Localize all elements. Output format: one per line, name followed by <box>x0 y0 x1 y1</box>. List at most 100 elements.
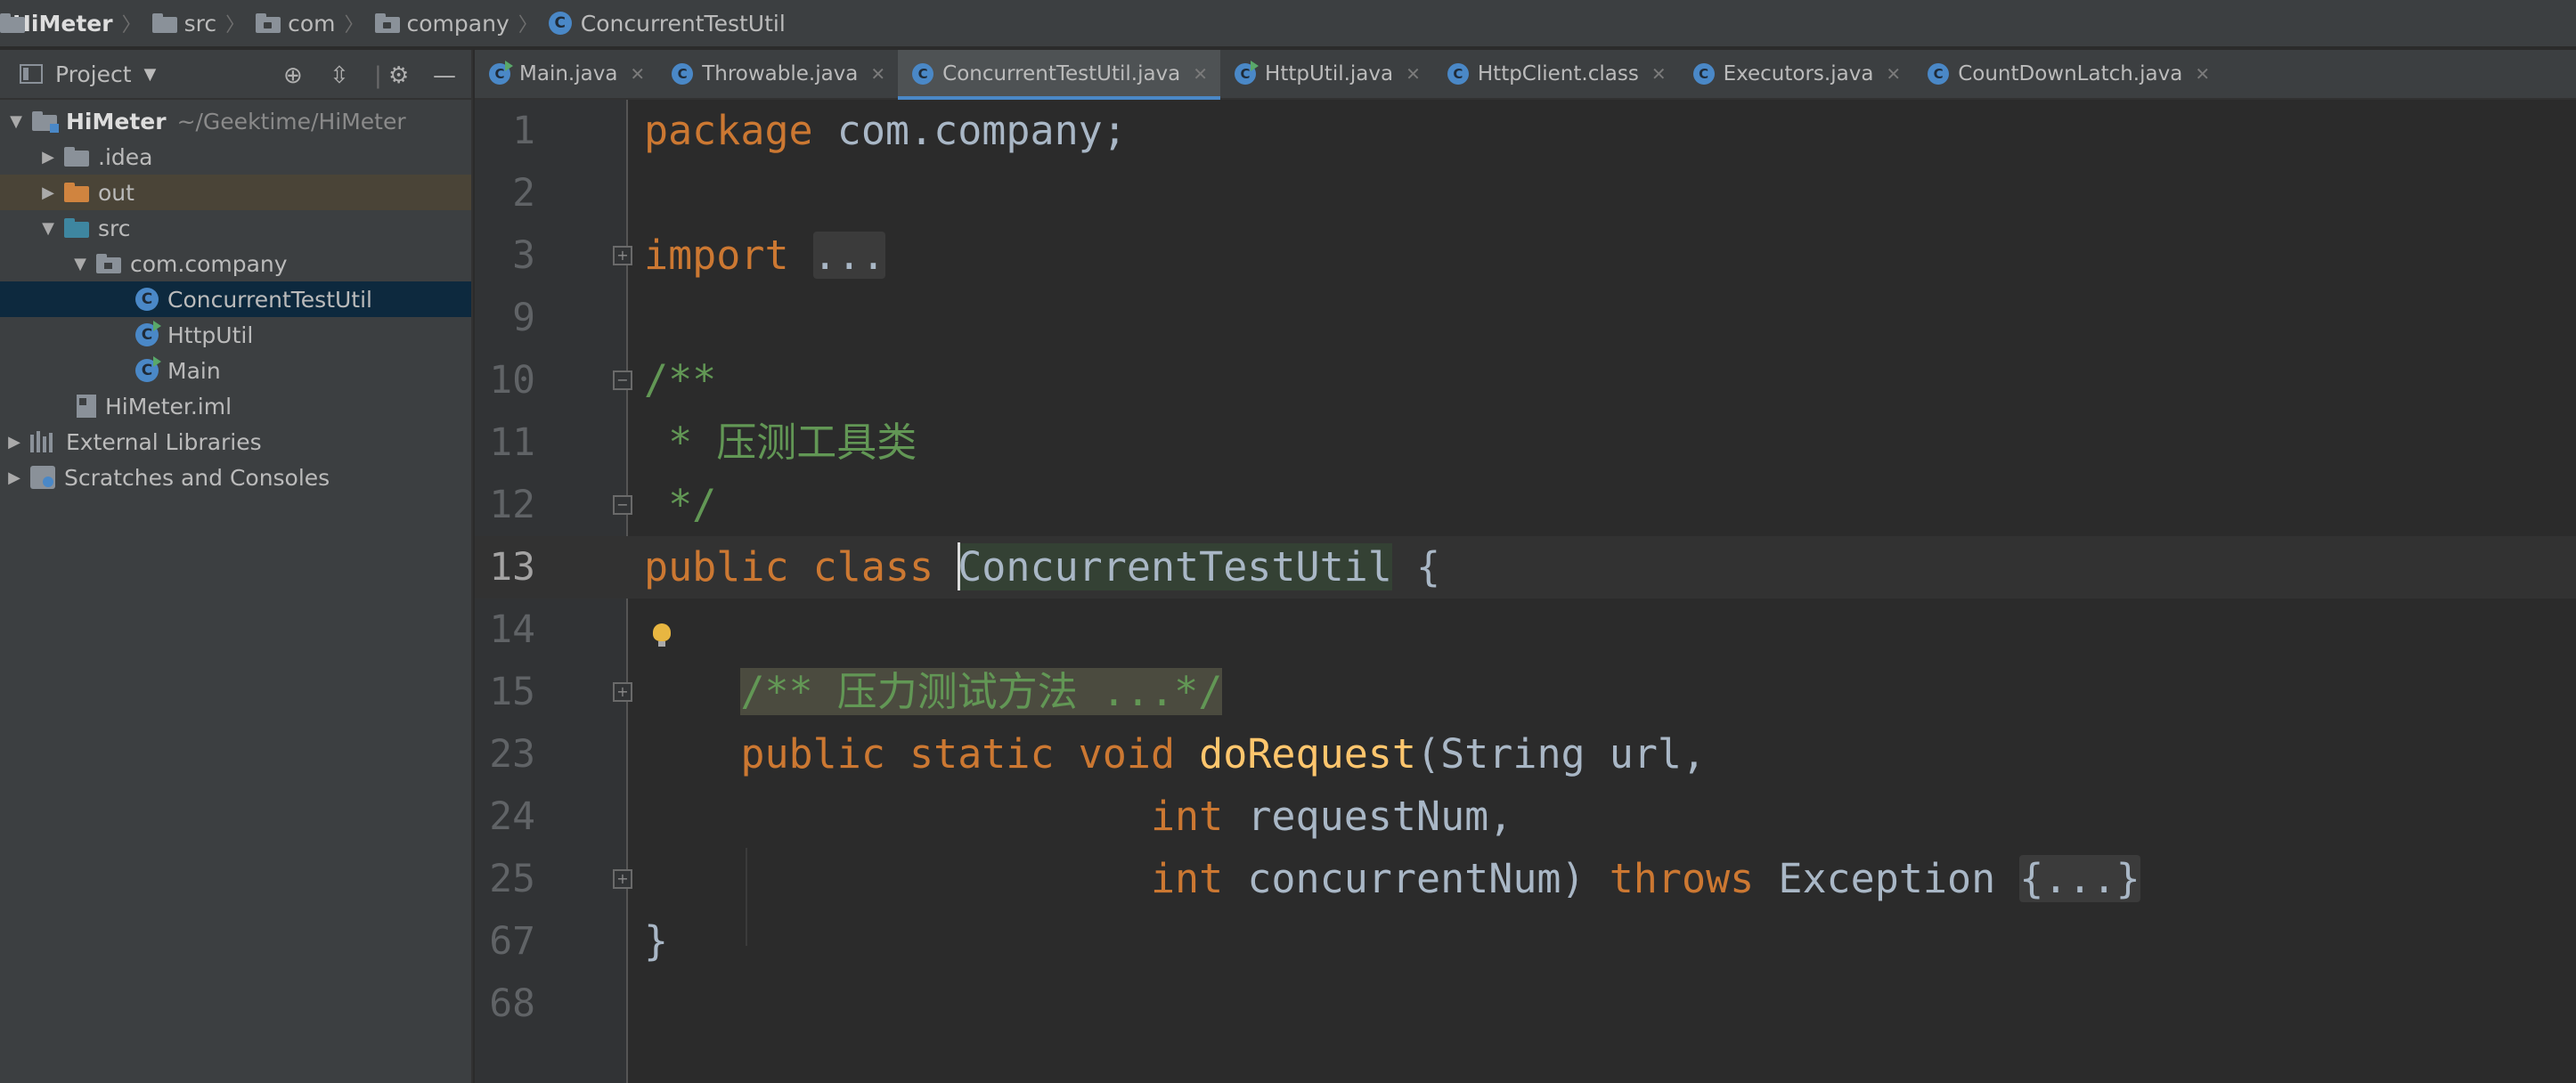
code-line[interactable]: 25 int concurrentNum) throws Exception {… <box>475 848 2576 910</box>
line-number: 25 <box>489 857 535 901</box>
line-number: 10 <box>489 358 535 403</box>
breadcrumb-item-company[interactable]: company 〉 <box>374 0 549 47</box>
breadcrumb-item-src[interactable]: src 〉 <box>151 0 257 47</box>
code-line[interactable]: 68 <box>475 973 2576 1035</box>
project-view-selector[interactable]: Project <box>55 61 132 87</box>
collapse-all-icon[interactable]: ⇳ <box>330 62 349 89</box>
excluded-folder-icon <box>64 183 89 202</box>
line-number: 13 <box>489 545 535 590</box>
runnable-class-icon: C <box>489 61 513 85</box>
class-icon: C <box>672 63 694 85</box>
code-line[interactable]: 67 } <box>475 910 2576 973</box>
breadcrumb-item-himeter[interactable]: HiMeter 〉 <box>0 0 152 47</box>
close-icon[interactable]: ✕ <box>870 63 885 85</box>
tree-item-out[interactable]: ▶ out <box>0 175 471 210</box>
tree-item-idea[interactable]: ▶ .idea <box>0 139 471 175</box>
folded-imports[interactable]: ... <box>812 232 885 279</box>
folder-icon <box>64 147 89 167</box>
tab-countdownlatch-java[interactable]: C CountDownLatch.java ✕ <box>1913 50 2222 98</box>
line-number: 3 <box>512 233 535 278</box>
class-name[interactable]: ConcurrentTestUtil <box>958 543 1392 590</box>
package-icon <box>374 13 400 33</box>
close-icon[interactable]: ✕ <box>1886 63 1901 85</box>
collapsed-arrow-icon[interactable]: ▶ <box>39 183 57 202</box>
line-number: 2 <box>512 171 535 216</box>
expanded-arrow-icon[interactable]: ▼ <box>71 255 89 273</box>
expanded-arrow-icon[interactable]: ▼ <box>7 112 25 131</box>
minimize-icon[interactable]: — <box>433 62 456 89</box>
collapsed-arrow-icon[interactable]: ▶ <box>39 148 57 167</box>
line-number: 15 <box>489 670 535 714</box>
collapse-fold-icon[interactable]: − <box>613 370 632 390</box>
iml-file-icon <box>77 395 96 418</box>
code-line[interactable]: 10 /** <box>475 349 2576 411</box>
expanded-arrow-icon[interactable]: ▼ <box>39 219 57 238</box>
code-line[interactable]: 23 public static void doRequest(String u… <box>475 723 2576 786</box>
code-line[interactable]: 9 <box>475 287 2576 349</box>
tree-item-himeter[interactable]: ▼ HiMeter ~/Geektime/HiMeter <box>0 103 471 139</box>
code-line[interactable]: 24 int requestNum, <box>475 786 2576 848</box>
tree-item-main[interactable]: C Main <box>0 353 471 388</box>
class-icon: C <box>548 12 572 35</box>
tab-httpclient-class[interactable]: C HttpClient.class ✕ <box>1433 50 1679 98</box>
collapsed-arrow-icon[interactable]: ▶ <box>5 433 23 452</box>
code-line[interactable]: 3 import ... <box>475 224 2576 287</box>
breadcrumb-item-com[interactable]: com 〉 <box>256 0 374 47</box>
tree-item-himeter-iml[interactable]: HiMeter.iml <box>0 388 471 424</box>
line-number: 12 <box>489 483 535 527</box>
line-number: 24 <box>489 794 535 839</box>
folded-doc-comment[interactable]: /** 压力测试方法 ...*/ <box>740 668 1223 715</box>
tree-item-com-company[interactable]: ▼ com.company <box>0 246 471 281</box>
expand-fold-icon[interactable]: + <box>613 246 632 265</box>
line-number: 67 <box>489 919 535 964</box>
gear-icon[interactable]: ⚙ <box>388 62 409 89</box>
close-icon[interactable]: ✕ <box>1651 63 1667 85</box>
tree-item-scratches-and-consoles[interactable]: ▶ Scratches and Consoles <box>0 460 471 495</box>
tree-item-concurrenttestutil[interactable]: C ConcurrentTestUtil <box>0 281 471 317</box>
code-line-current[interactable]: 13 public class ConcurrentTestUtil { <box>475 536 2576 598</box>
code-text: (String url, <box>1415 730 1707 778</box>
tree-item-httputil[interactable]: C HttpUtil <box>0 317 471 353</box>
project-panel-header: Project ▼ ⊕ ⇳ | ⚙ — <box>0 50 471 100</box>
tab-main-java[interactable]: C Main.java ✕ <box>475 50 657 98</box>
close-icon[interactable]: ✕ <box>2195 63 2210 85</box>
module-folder-icon <box>32 111 59 133</box>
keyword: int <box>1150 855 1224 902</box>
tab-httputil-java[interactable]: C HttpUtil.java ✕ <box>1220 50 1433 98</box>
code-line[interactable]: 11 * 压测工具类 <box>475 411 2576 474</box>
project-panel: Project ▼ ⊕ ⇳ | ⚙ — ▼ HiMeter ~/Geektime… <box>0 50 473 1083</box>
tab-concurrenttestutil-java[interactable]: C ConcurrentTestUtil.java ✕ <box>898 50 1221 100</box>
line-number: 9 <box>512 296 535 340</box>
code-line[interactable]: 15 /** 压力测试方法 ...*/ <box>475 661 2576 723</box>
keyword: int <box>1150 793 1224 840</box>
locate-icon[interactable]: ⊕ <box>283 62 303 89</box>
doc-comment: */ <box>644 481 717 528</box>
close-icon[interactable]: ✕ <box>630 63 645 85</box>
close-icon[interactable]: ✕ <box>1193 63 1208 85</box>
close-icon[interactable]: ✕ <box>1406 63 1421 85</box>
chevron-right-icon: 〉 <box>344 14 364 37</box>
folder-icon <box>151 13 177 33</box>
code-editor[interactable]: 1 package com.company; 2 3 import ... 9 … <box>475 100 2576 1083</box>
code-line[interactable]: 12 */ <box>475 474 2576 536</box>
chevron-down-icon[interactable]: ▼ <box>144 65 157 84</box>
tab-throwable-java[interactable]: C Throwable.java ✕ <box>657 50 898 98</box>
collapsed-arrow-icon[interactable]: ▶ <box>5 468 23 487</box>
breadcrumb-item-concurrenttestutil[interactable]: C ConcurrentTestUtil <box>548 0 786 47</box>
expand-fold-icon[interactable]: + <box>613 869 632 889</box>
editor-tab-bar: C Main.java ✕ C Throwable.java ✕ C Concu… <box>475 50 2576 100</box>
code-line[interactable]: 1 package com.company; <box>475 100 2576 162</box>
line-number: 68 <box>489 981 535 1026</box>
text-caret <box>958 542 961 590</box>
expand-fold-icon[interactable]: + <box>613 682 632 702</box>
breadcrumb: HiMeter 〉 src 〉 com 〉 company 〉 C Concur… <box>0 0 2576 48</box>
method-name[interactable]: doRequest <box>1199 730 1416 778</box>
folded-method-body[interactable]: {...} <box>2019 855 2140 902</box>
code-line[interactable]: 14 <box>475 598 2576 661</box>
lightbulb-icon[interactable] <box>653 623 671 647</box>
collapse-fold-icon[interactable]: − <box>613 495 632 515</box>
code-line[interactable]: 2 <box>475 162 2576 224</box>
tab-executors-java[interactable]: C Executors.java ✕ <box>1679 50 1914 98</box>
tree-item-external-libraries[interactable]: ▶ External Libraries <box>0 424 471 460</box>
tree-item-src[interactable]: ▼ src <box>0 210 471 246</box>
